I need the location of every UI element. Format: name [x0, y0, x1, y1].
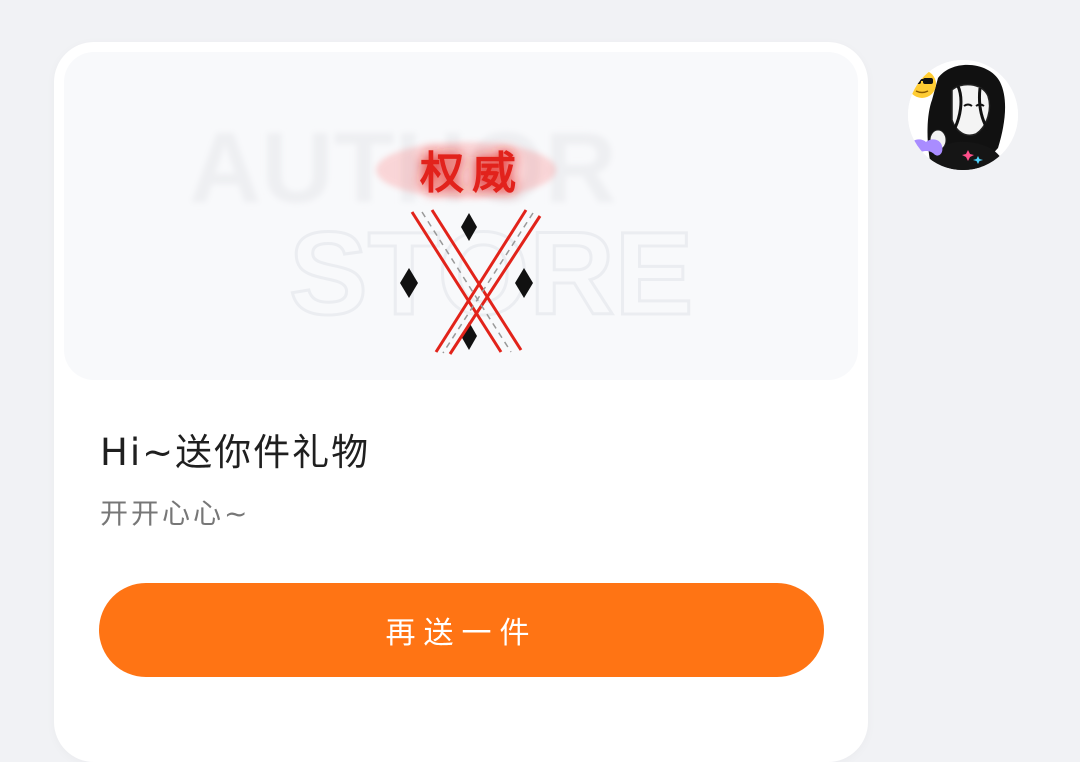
- sender-avatar[interactable]: [908, 60, 1018, 170]
- send-another-gift-button[interactable]: 再送一件: [99, 583, 824, 677]
- gift-message-subtitle: 开开心心~: [100, 497, 251, 530]
- gift-message-card: AUTHOR STORE 权威 Hi~送你件礼物 开开心心~ 再送一件: [54, 42, 868, 762]
- authority-badge: 权威: [419, 148, 524, 199]
- gift-image-graphic: AUTHOR STORE 权威: [189, 112, 695, 355]
- gift-message-title: Hi~送你件礼物: [100, 431, 371, 474]
- user-avatar-icon: [908, 60, 1018, 170]
- gift-image[interactable]: AUTHOR STORE 权威: [64, 52, 858, 380]
- watermark-store: STORE: [289, 208, 693, 340]
- sunglasses-emoji-icon: [908, 70, 936, 98]
